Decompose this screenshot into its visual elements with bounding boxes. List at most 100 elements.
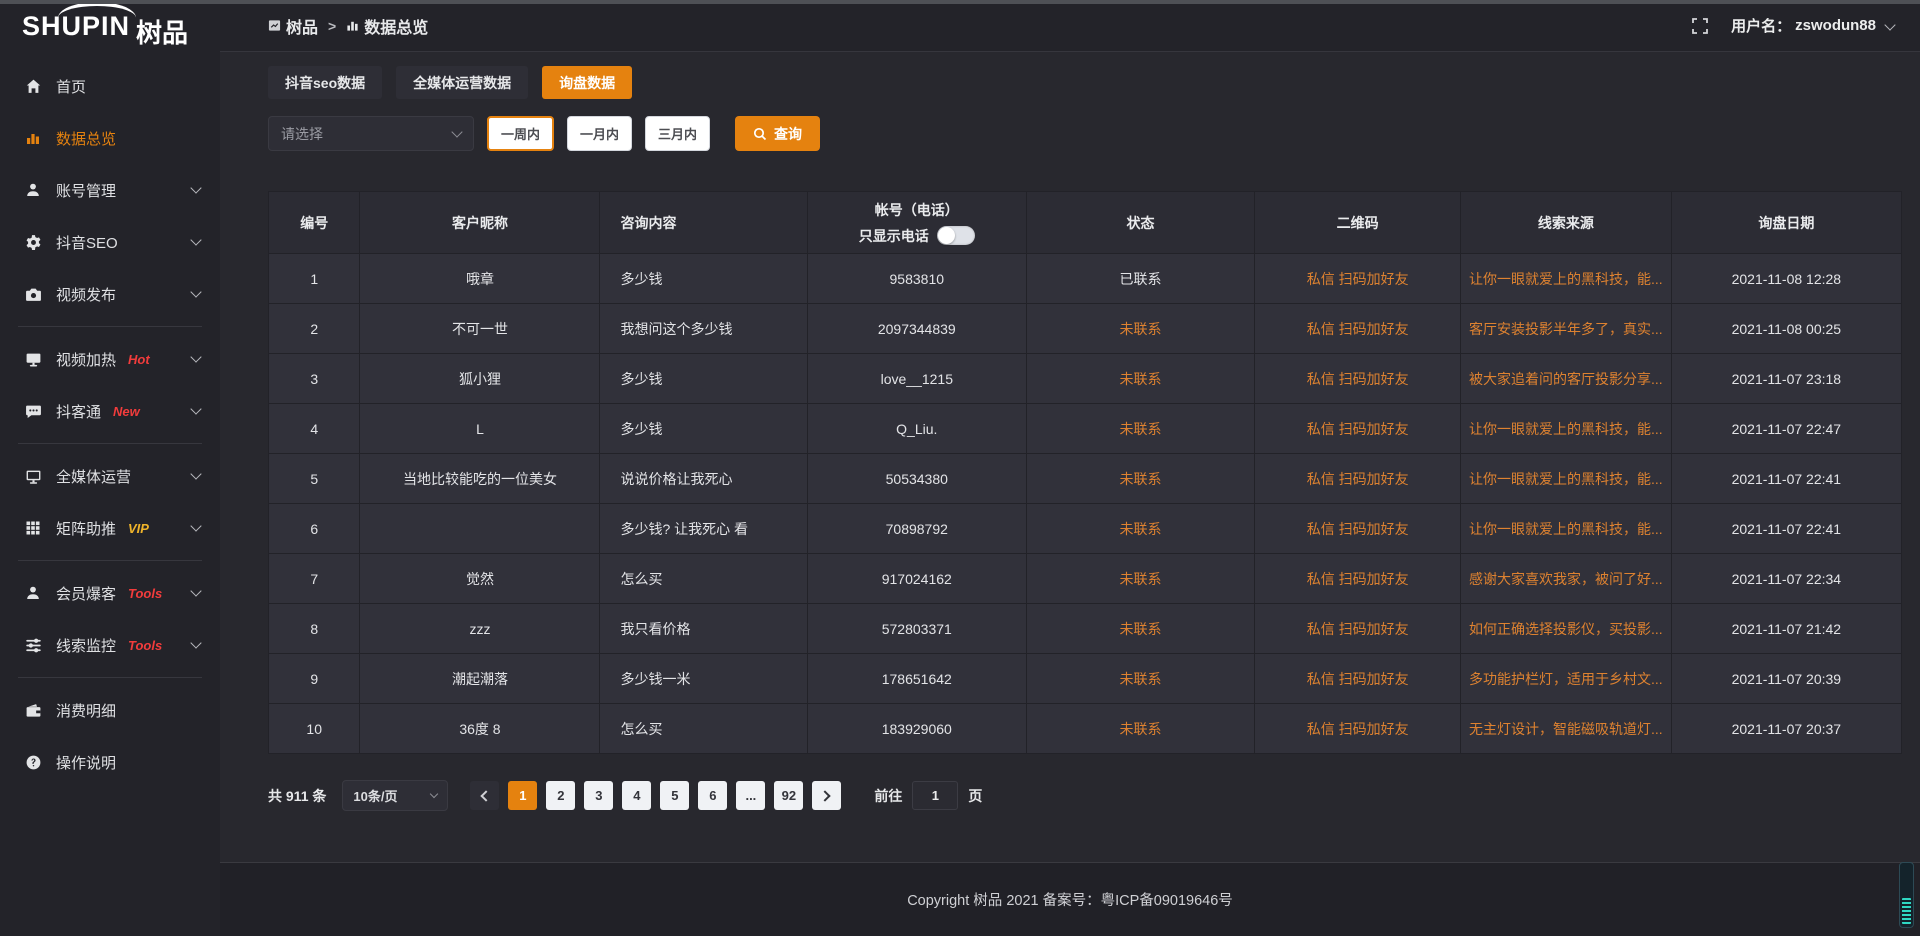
tab-inquiry-data[interactable]: 询盘数据 xyxy=(542,66,632,99)
cell-date: 2021-11-07 20:39 xyxy=(1671,654,1901,704)
sidebar-item-lead-monitor[interactable]: 线索监控 Tools xyxy=(0,619,220,671)
chevron-right-icon xyxy=(820,790,831,801)
more-pages-button[interactable]: ... xyxy=(736,781,765,810)
page-button-92[interactable]: 92 xyxy=(774,781,803,810)
tab-douyin-seo-data[interactable]: 抖音seo数据 xyxy=(268,66,382,99)
prev-page-button[interactable] xyxy=(470,781,499,810)
sidebar-item-doukotong[interactable]: 抖客通 New xyxy=(0,385,220,437)
source-link[interactable]: 让你一眼就爱上的黑科技，能... xyxy=(1461,454,1672,504)
source-link[interactable]: 无主灯设计，智能磁吸轨道灯... xyxy=(1461,704,1672,754)
user-menu[interactable]: 用户名： zswodun88 xyxy=(1731,15,1894,36)
page-button-2[interactable]: 2 xyxy=(546,781,575,810)
range-month-button[interactable]: 一月内 xyxy=(567,116,632,151)
breadcrumb-current[interactable]: 数据总览 xyxy=(346,14,428,38)
app-root: SHUPIN 树品 首页 数据总览 账号管理 xyxy=(0,0,1920,936)
sidebar-item-label: 线索监控 xyxy=(56,635,116,656)
col-status: 状态 xyxy=(1026,192,1255,254)
sidebar-item-data-overview[interactable]: 数据总览 xyxy=(0,112,220,164)
page-button-3[interactable]: 3 xyxy=(584,781,613,810)
pagination: 共 911 条 10条/页 1 2 3 4 5 6 ... 92 前往 1 页 xyxy=(268,780,1902,811)
window-top-edge xyxy=(0,0,1920,4)
qrcode-link[interactable]: 私信 扫码加好友 xyxy=(1255,354,1461,404)
source-link[interactable]: 让你一眼就爱上的黑科技，能... xyxy=(1461,504,1672,554)
table-row: 1 哦章 多少钱 9583810 已联系 私信 扫码加好友 让你一眼就爱上的黑科… xyxy=(269,254,1902,304)
breadcrumb-root[interactable]: 树品 xyxy=(268,14,318,38)
sidebar-item-video-heat[interactable]: 视频加热 Hot xyxy=(0,333,220,385)
qrcode-link[interactable]: 私信 扫码加好友 xyxy=(1255,654,1461,704)
sidebar-divider xyxy=(18,443,202,444)
hot-badge: Hot xyxy=(128,352,150,367)
goto-page-input[interactable]: 1 xyxy=(912,781,958,810)
sidebar-item-douyin-seo[interactable]: 抖音SEO xyxy=(0,216,220,268)
source-link[interactable]: 如何正确选择投影仪，买投影... xyxy=(1461,604,1672,654)
sidebar-item-help[interactable]: 操作说明 xyxy=(0,736,220,788)
qrcode-link[interactable]: 私信 扫码加好友 xyxy=(1255,604,1461,654)
cell-content: 多少钱? 让我死心 看 xyxy=(600,504,807,554)
qrcode-link[interactable]: 私信 扫码加好友 xyxy=(1255,404,1461,454)
source-link[interactable]: 让你一眼就爱上的黑科技，能... xyxy=(1461,254,1672,304)
page-button-5[interactable]: 5 xyxy=(660,781,689,810)
board-icon xyxy=(268,19,281,32)
sidebar-item-label: 视频发布 xyxy=(56,284,116,305)
sidebar-item-label: 抖客通 xyxy=(56,401,101,422)
sidebar-divider xyxy=(18,560,202,561)
col-date: 询盘日期 xyxy=(1671,192,1901,254)
brand-name-cn: 树品 xyxy=(136,13,188,50)
sidebar-item-omnimedia[interactable]: 全媒体运营 xyxy=(0,450,220,502)
bar-chart-icon xyxy=(346,19,359,32)
qrcode-link[interactable]: 私信 扫码加好友 xyxy=(1255,554,1461,604)
cell-account: 183929060 xyxy=(807,704,1026,754)
qrcode-link[interactable]: 私信 扫码加好友 xyxy=(1255,304,1461,354)
cell-nickname: zzz xyxy=(360,604,600,654)
goto-label: 前往 xyxy=(874,786,902,806)
fullscreen-icon[interactable] xyxy=(1691,17,1709,35)
main-area: 树品 > 数据总览 用户名： zswodun88 xyxy=(220,0,1920,936)
qrcode-link[interactable]: 私信 扫码加好友 xyxy=(1255,504,1461,554)
next-page-button[interactable] xyxy=(812,781,841,810)
range-week-button[interactable]: 一周内 xyxy=(487,116,554,151)
col-account: 帐号（电话） 只显示电话 xyxy=(807,192,1026,254)
source-link[interactable]: 客厅安装投影半年多了，真实... xyxy=(1461,304,1672,354)
search-button[interactable]: 查询 xyxy=(735,116,820,151)
account-select[interactable]: 请选择 xyxy=(268,116,474,151)
sidebar-item-matrix-boost[interactable]: 矩阵助推 VIP xyxy=(0,502,220,554)
topbar: 树品 > 数据总览 用户名： zswodun88 xyxy=(220,0,1920,52)
phone-only-toggle[interactable] xyxy=(937,226,975,245)
source-link[interactable]: 让你一眼就爱上的黑科技，能... xyxy=(1461,404,1672,454)
brand-name-en: SHUPIN xyxy=(22,11,130,42)
sidebar-item-account-management[interactable]: 账号管理 xyxy=(0,164,220,216)
cell-nickname: 不可一世 xyxy=(360,304,600,354)
sidebar-item-member-leads[interactable]: 会员爆客 Tools xyxy=(0,567,220,619)
table-row: 9 潮起潮落 多少钱一米 178651642 未联系 私信 扫码加好友 多功能护… xyxy=(269,654,1902,704)
page-button-6[interactable]: 6 xyxy=(698,781,727,810)
page-button-4[interactable]: 4 xyxy=(622,781,651,810)
cell-content: 我想问这个多少钱 xyxy=(600,304,807,354)
qrcode-link[interactable]: 私信 扫码加好友 xyxy=(1255,254,1461,304)
source-link[interactable]: 多功能护栏灯，适用于乡村文... xyxy=(1461,654,1672,704)
qrcode-link[interactable]: 私信 扫码加好友 xyxy=(1255,454,1461,504)
cell-account: 572803371 xyxy=(807,604,1026,654)
chevron-down-icon xyxy=(190,182,201,193)
footer: Copyright 树品 2021 备案号：粤ICP备09019646号 xyxy=(220,862,1920,936)
sidebar-item-label: 视频加热 xyxy=(56,349,116,370)
sidebar-item-label: 消费明细 xyxy=(56,700,116,721)
content: 抖音seo数据 全媒体运营数据 询盘数据 请选择 一周内 一月内 三月内 查询 xyxy=(220,52,1920,862)
qrcode-link[interactable]: 私信 扫码加好友 xyxy=(1255,704,1461,754)
sidebar-item-home[interactable]: 首页 xyxy=(0,60,220,112)
sidebar-item-spend-details[interactable]: 消费明细 xyxy=(0,684,220,736)
tab-omnimedia-data[interactable]: 全媒体运营数据 xyxy=(396,66,528,99)
range-quarter-button[interactable]: 三月内 xyxy=(645,116,710,151)
sidebar-item-video-publish[interactable]: 视频发布 xyxy=(0,268,220,320)
cell-content: 怎么买 xyxy=(600,554,807,604)
source-link[interactable]: 感谢大家喜欢我家，被问了好... xyxy=(1461,554,1672,604)
cell-account: love__1215 xyxy=(807,354,1026,404)
wallet-icon xyxy=(24,701,42,719)
cell-nickname: 觉然 xyxy=(360,554,600,604)
cell-date: 2021-11-08 00:25 xyxy=(1671,304,1901,354)
chevron-down-icon xyxy=(451,126,462,137)
col-no: 编号 xyxy=(269,192,360,254)
source-link[interactable]: 被大家追着问的客厅投影分享... xyxy=(1461,354,1672,404)
cell-account: Q_Liu. xyxy=(807,404,1026,454)
page-button-1[interactable]: 1 xyxy=(508,781,537,810)
page-size-select[interactable]: 10条/页 xyxy=(342,780,448,811)
